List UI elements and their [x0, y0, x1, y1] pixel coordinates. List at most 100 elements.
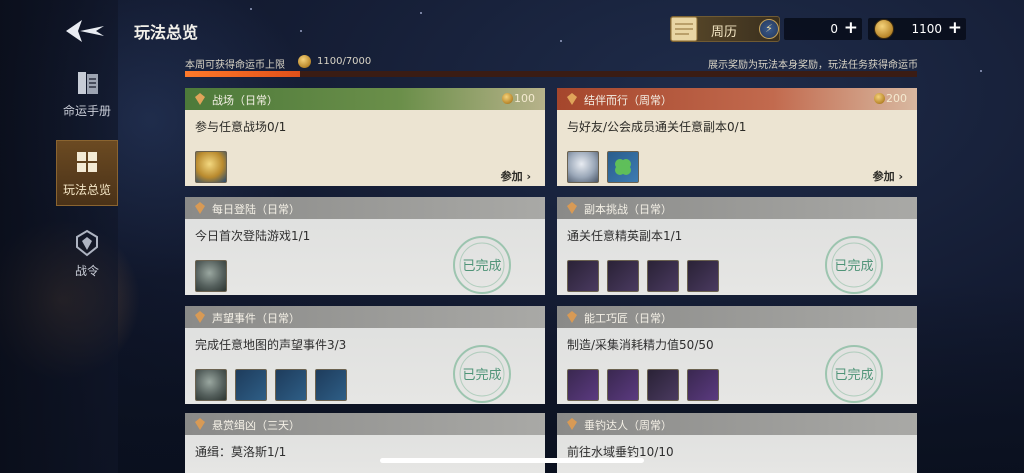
completed-stamp: 已完成 [453, 236, 511, 294]
add-energy-button[interactable]: + [844, 18, 858, 38]
activity-card-reputation[interactable]: 声望事件（日常） 完成任意地图的声望事件3/3 已完成 [185, 306, 545, 404]
reward-item-coin[interactable] [195, 369, 227, 401]
activity-card-daily-login[interactable]: 每日登陆（日常） 今日首次登陆游戏1/1 已完成 [185, 197, 545, 295]
activity-card-battlefield[interactable]: 战场（日常） 100 参与任意战场0/1 参加 › [185, 88, 545, 186]
calendar-button[interactable]: 周历 ⚡ [670, 16, 780, 42]
card-title: 声望事件（日常） [212, 312, 300, 325]
reward-item-armor[interactable] [647, 260, 679, 292]
fate-coin-icon [874, 19, 894, 39]
back-arrow-icon [66, 20, 104, 42]
activity-card-fishing[interactable]: 垂钓达人（周常） 前往水域垂钓10/10 [557, 413, 917, 473]
energy-value: 0 [830, 22, 838, 36]
star [250, 8, 252, 10]
sidebar-item-overview[interactable]: 玩法总览 [56, 140, 118, 206]
reward-item-armor[interactable] [567, 260, 599, 292]
scroll-icon [670, 16, 698, 42]
card-reward: 100 [514, 92, 535, 105]
reward-item-material[interactable] [607, 369, 639, 401]
star [560, 40, 562, 42]
gem-icon [567, 311, 577, 323]
completed-stamp: 已完成 [453, 345, 511, 403]
reward-item-armor[interactable] [687, 260, 719, 292]
reward-item-material[interactable] [647, 369, 679, 401]
weekly-limit-label: 本周可获得命运币上限 [185, 60, 285, 71]
star [980, 70, 982, 72]
fate-coin-icon [502, 93, 513, 104]
grid-icon [77, 152, 97, 172]
reward-item-material[interactable] [687, 369, 719, 401]
completed-label: 已完成 [834, 368, 873, 383]
card-title: 悬赏缉凶（三天） [212, 419, 300, 432]
coin-value: 1100 [911, 22, 942, 36]
card-header: 战场（日常） 100 [185, 88, 545, 110]
card-header: 垂钓达人（周常） [557, 413, 917, 435]
page-title: 玩法总览 [134, 23, 199, 42]
home-indicator[interactable] [380, 458, 644, 463]
card-title: 能工巧匠（日常） [584, 312, 672, 325]
energy-counter: 0 + [784, 18, 862, 40]
gem-icon [567, 202, 577, 214]
weekly-progress-bar [185, 71, 917, 77]
completed-stamp: 已完成 [825, 345, 883, 403]
gem-icon [567, 93, 577, 105]
gem-icon [195, 93, 205, 105]
pass-emblem-icon [76, 229, 98, 257]
activity-card-travel-together[interactable]: 结伴而行（周常） 200 与好友/公会成员通关任意副本0/1 参加 › [557, 88, 917, 186]
weekly-progress-fill [185, 71, 300, 77]
card-reward: 200 [886, 92, 907, 105]
reward-note: 展示奖励为玩法本身奖励，玩法任务获得命运币 [708, 60, 918, 71]
card-task: 通缉：莫洛斯1/1 [195, 445, 287, 459]
card-header: 声望事件（日常） [185, 306, 545, 328]
join-button[interactable]: 参加 › [501, 168, 531, 184]
fate-coin-icon [298, 55, 311, 68]
coin-counter: 1100 + [868, 18, 966, 40]
card-task: 制造/采集消耗精力值50/50 [567, 338, 714, 352]
card-header: 悬赏缉凶（三天） [185, 413, 545, 435]
sidebar-item-label: 战令 [74, 264, 99, 278]
gem-icon [567, 418, 577, 430]
star [420, 12, 422, 14]
sidebar-item-label: 命运手册 [62, 104, 111, 118]
reward-item-coin[interactable] [195, 260, 227, 292]
card-header: 能工巧匠（日常） [557, 306, 917, 328]
add-coin-button[interactable]: + [948, 18, 962, 38]
completed-label: 已完成 [462, 259, 501, 274]
completed-label: 已完成 [834, 259, 873, 274]
reward-item-clover[interactable] [607, 151, 639, 183]
gem-icon [195, 202, 205, 214]
gem-icon [195, 418, 205, 430]
gem-icon [195, 311, 205, 323]
activity-card-crafting[interactable]: 能工巧匠（日常） 制造/采集消耗精力值50/50 已完成 [557, 306, 917, 404]
fate-coin-icon [874, 93, 885, 104]
sidebar-item-battle-pass[interactable]: 战令 [56, 222, 118, 288]
star [300, 30, 302, 32]
sidebar: 命运手册 玩法总览 战令 [0, 0, 118, 473]
book-icon [78, 72, 98, 94]
reward-item-armor[interactable] [607, 260, 639, 292]
clover-icon [615, 159, 631, 175]
sidebar-item-label: 玩法总览 [62, 183, 111, 197]
reward-item-coin[interactable] [567, 151, 599, 183]
weekly-limit-count: 1100/7000 [317, 56, 372, 67]
card-header: 副本挑战（日常） [557, 197, 917, 219]
activity-card-bounty[interactable]: 悬赏缉凶（三天） 通缉：莫洛斯1/1 [185, 413, 545, 473]
calendar-label: 周历 [711, 25, 738, 40]
card-title: 垂钓达人（周常） [584, 419, 672, 432]
reward-item-token[interactable] [275, 369, 307, 401]
sidebar-item-fate-book[interactable]: 命运手册 [56, 62, 118, 128]
activity-card-dungeon-challenge[interactable]: 副本挑战（日常） 通关任意精英副本1/1 已完成 [557, 197, 917, 295]
reward-item-token[interactable] [315, 369, 347, 401]
card-task: 与好友/公会成员通关任意副本0/1 [567, 120, 747, 134]
join-label: 参加 [872, 170, 895, 183]
card-task: 参与任意战场0/1 [195, 120, 287, 134]
reward-item-token[interactable] [235, 369, 267, 401]
join-label: 参加 [500, 170, 523, 183]
card-header: 结伴而行（周常） 200 [557, 88, 917, 110]
reward-item-medal[interactable] [195, 151, 227, 183]
card-title: 结伴而行（周常） [584, 94, 672, 107]
join-button[interactable]: 参加 › [873, 168, 903, 184]
card-task: 通关任意精英副本1/1 [567, 229, 683, 243]
card-task: 今日首次登陆游戏1/1 [195, 229, 311, 243]
back-button[interactable] [60, 14, 110, 48]
reward-item-material[interactable] [567, 369, 599, 401]
